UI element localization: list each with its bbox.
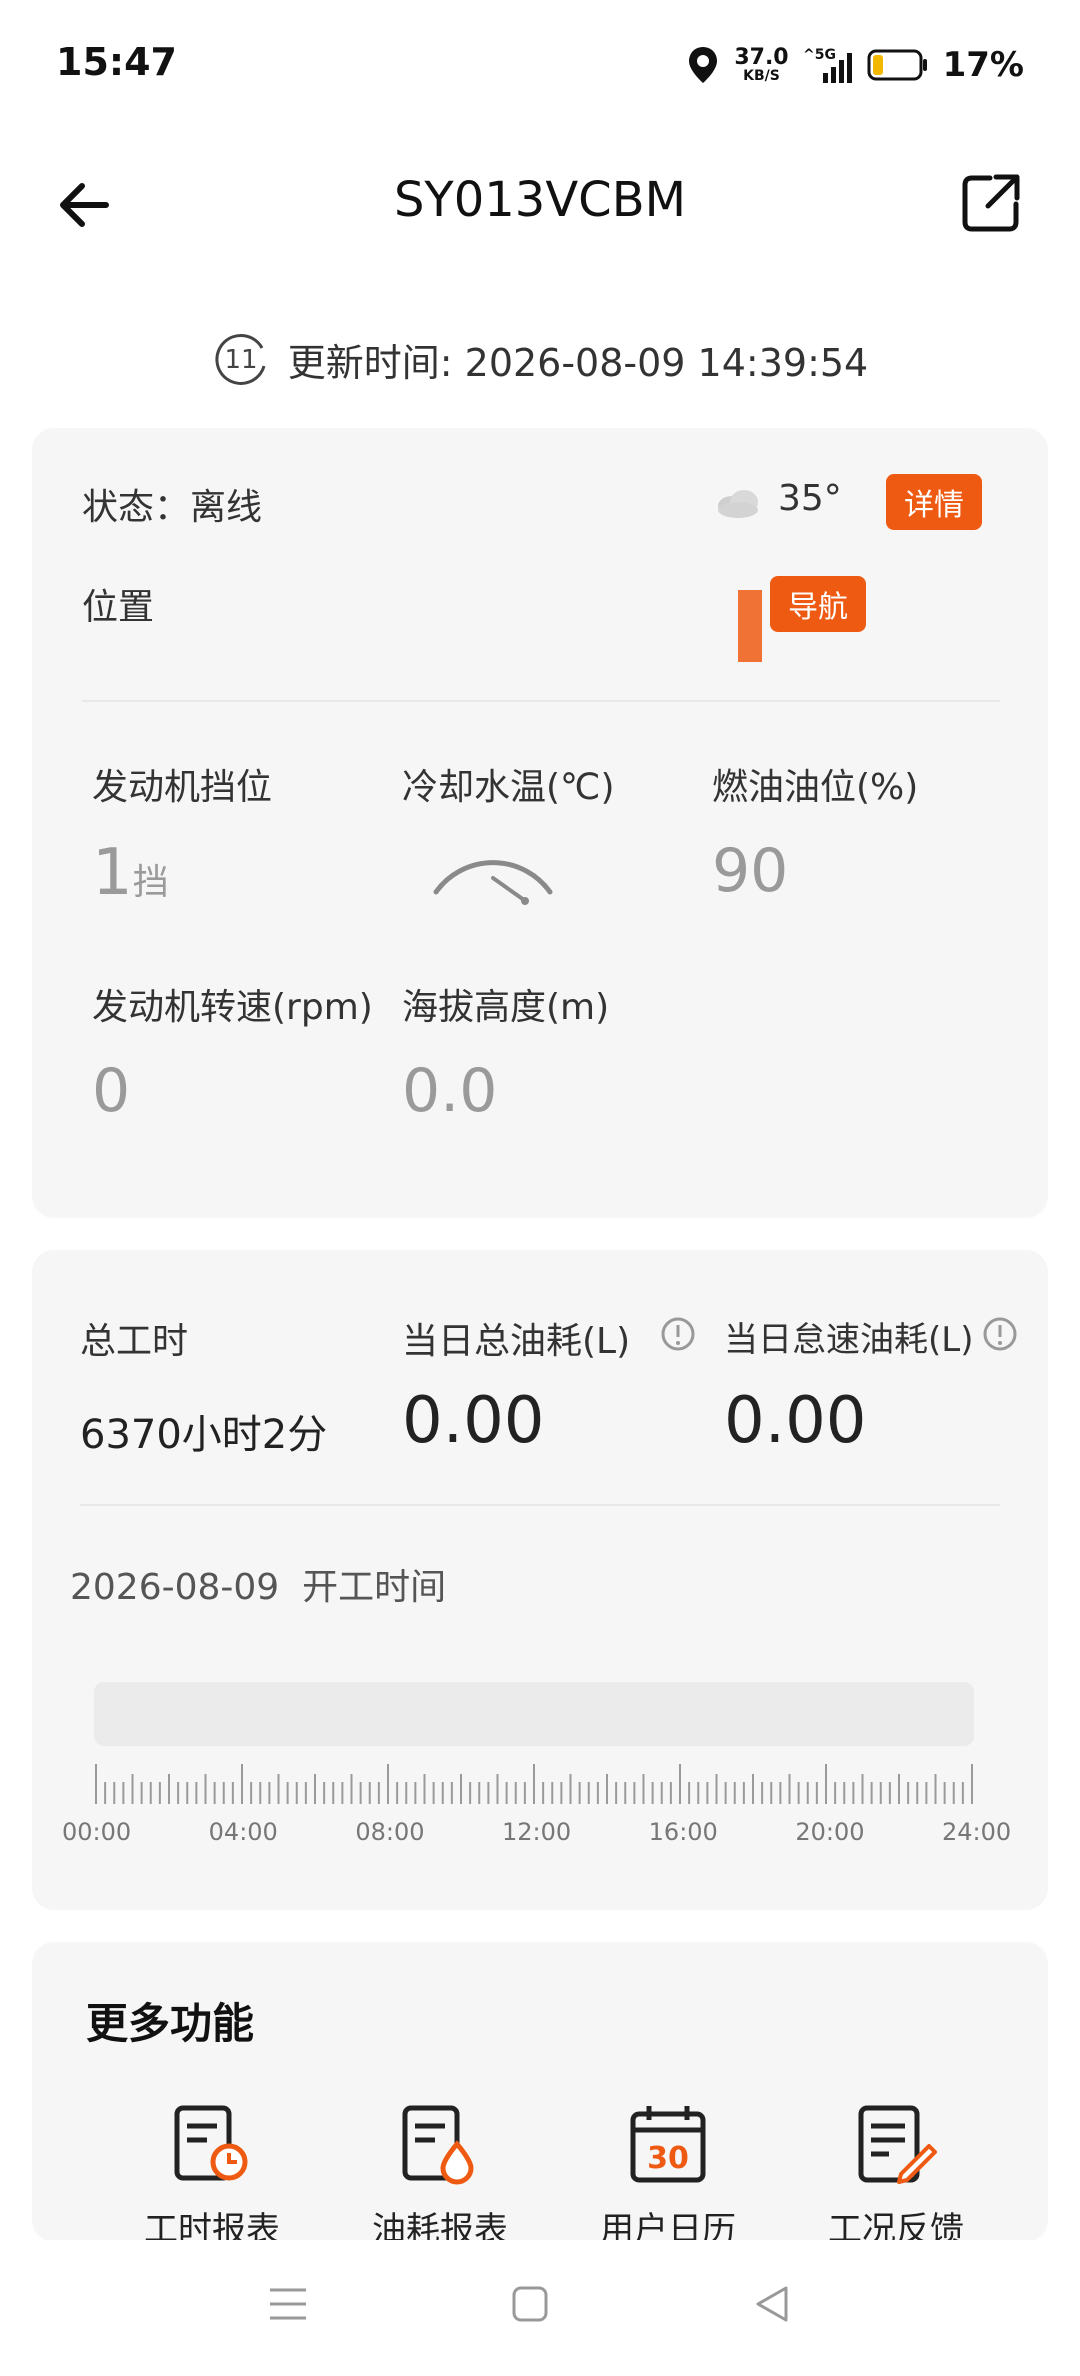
- back-triangle-icon[interactable]: [752, 2284, 792, 2324]
- idle-fuel-value: 0.00: [724, 1384, 867, 1458]
- timeline-ruler: [95, 1764, 973, 1804]
- total-hours-label: 总工时: [80, 1321, 189, 1362]
- timeline-tick-label: 24:00: [942, 1818, 1012, 1846]
- engine-rpm-label: 发动机转速(rpm): [92, 987, 373, 1028]
- feature-hours-report[interactable]: 工时报表: [137, 2102, 287, 2251]
- page-title: SY013VCBM: [393, 172, 687, 228]
- fuel-report-icon: [402, 2105, 474, 2185]
- battery-percent: 17%: [942, 45, 1024, 85]
- altitude-value: 0.0: [402, 1056, 498, 1126]
- fuel-level-value: 90: [712, 836, 789, 906]
- daily-fuel-value: 0.00: [402, 1384, 545, 1458]
- altitude-label: 海拔高度(m): [402, 987, 610, 1028]
- signal-icon: ^5G: [803, 47, 852, 83]
- svg-text:30: 30: [647, 2141, 689, 2176]
- total-hours-value: 6370小时2分: [80, 1412, 328, 1458]
- timeline-tick-label: 12:00: [502, 1818, 572, 1846]
- system-nav-bar: [0, 2240, 1080, 2376]
- coolant-temp-label: 冷却水温(℃): [402, 767, 615, 808]
- feature-condition-feedback[interactable]: 工况反馈: [821, 2102, 971, 2251]
- work-card: 总工时 6370小时2分 当日总油耗(L) 0.00 当日怠速油耗(L) 0.0…: [32, 1250, 1048, 1910]
- divider: [82, 700, 1000, 702]
- work-timeline-bar: [94, 1682, 974, 1746]
- timeline-tick-label: 16:00: [648, 1818, 718, 1846]
- feature-user-calendar[interactable]: 30 用户日历: [593, 2102, 743, 2251]
- timeline-tick-label: 00:00: [62, 1818, 132, 1846]
- status-label: 状态：离线: [82, 487, 263, 528]
- hours-report-icon: [174, 2105, 248, 2181]
- feature-fuel-report[interactable]: 油耗报表: [365, 2102, 515, 2251]
- menu-icon[interactable]: [266, 2284, 310, 2324]
- divider: [80, 1504, 1000, 1506]
- engine-rpm-value: 0: [92, 1056, 131, 1126]
- external-link-icon[interactable]: [956, 168, 1026, 238]
- location-icon: [689, 47, 718, 83]
- info-icon[interactable]: [660, 1316, 696, 1352]
- timeline-tick-label: 08:00: [355, 1818, 425, 1846]
- work-date-heading: 2026-08-09 开工时间: [70, 1567, 447, 1608]
- status-time: 15:47: [56, 40, 177, 84]
- more-features-title: 更多功能: [86, 1999, 255, 2048]
- cloud-icon: [718, 490, 758, 518]
- navigate-button[interactable]: 导航: [770, 576, 866, 632]
- timeline-labels: 00:00 04:00 08:00 12:00 16:00 20:00 24:00: [62, 1818, 1011, 1858]
- clock-icon: 11: [215, 334, 266, 385]
- fuel-level-label: 燃油油位(%): [712, 767, 919, 808]
- position-label: 位置: [82, 587, 155, 628]
- update-time-row: 11 更新时间: 2026-08-09 14:39:54: [0, 330, 1080, 388]
- info-icon[interactable]: [982, 1316, 1018, 1352]
- battery-icon: [867, 49, 927, 81]
- idle-fuel-label: 当日怠速油耗(L): [724, 1320, 974, 1360]
- status-bar: 15:47 37.0 KB/S ^5G 17%: [0, 0, 1080, 130]
- net-speed: 37.0 KB/S: [734, 45, 789, 84]
- timeline-tick-label: 04:00: [208, 1818, 278, 1846]
- calendar-icon: 30: [630, 2106, 706, 2183]
- blurred-marker: [738, 590, 762, 662]
- engine-gear-label: 发动机挡位: [92, 767, 273, 808]
- timeline-tick-label: 20:00: [795, 1818, 865, 1846]
- details-button[interactable]: 详情: [886, 474, 982, 530]
- daily-fuel-label: 当日总油耗(L): [402, 1321, 631, 1362]
- svg-text:11: 11: [224, 345, 257, 375]
- feedback-icon: [858, 2105, 937, 2184]
- update-time-text: 更新时间: 2026-08-09 14:39:54: [287, 340, 869, 385]
- status-icons: 37.0 KB/S ^5G 17%: [686, 40, 1024, 90]
- home-icon[interactable]: [510, 2284, 550, 2324]
- engine-gear-value: 1挡: [92, 836, 169, 910]
- status-card: 状态：离线 35° 详情 位置 导航 发动机挡位 1挡 冷却水温(℃) 燃油油位…: [32, 428, 1048, 1218]
- more-features-card: 更多功能 工时报表 油耗报表 30 用户日历 工况反馈: [32, 1942, 1048, 2250]
- svg-text:^5G: ^5G: [803, 47, 836, 63]
- gauge-icon: [433, 860, 553, 905]
- weather-temp: 35°: [778, 478, 842, 519]
